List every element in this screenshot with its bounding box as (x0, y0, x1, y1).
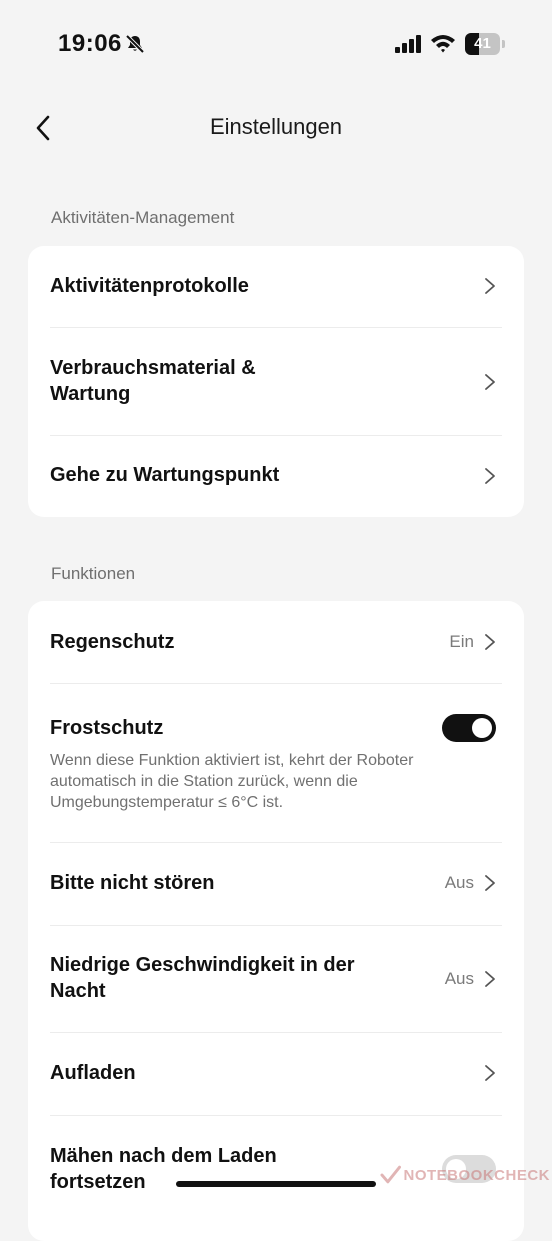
battery-body: 41 (465, 33, 500, 55)
row-label: Verbrauchsmaterial & Wartung (50, 357, 256, 405)
status-time: 19:06 (58, 30, 122, 57)
row-frost-protection: Frostschutz Wenn diese Funktion aktivier… (28, 684, 524, 842)
row-label: Aufladen (50, 1062, 136, 1084)
card-activities: Aktivitätenprotokolle Verbrauchsmaterial… (28, 246, 524, 517)
row-label: Niedrige Geschwindigkeit in der Nacht (50, 954, 355, 1002)
row-value: Ein (449, 632, 474, 651)
home-indicator[interactable] (176, 1181, 376, 1187)
page-title: Einstellungen (209, 114, 343, 139)
row-label: Mähen nach dem Laden fortsetzen (50, 1145, 277, 1193)
cellular-signal-icon (395, 35, 421, 53)
row-consumables-maintenance[interactable]: Verbrauchsmaterial & Wartung (28, 328, 524, 435)
watermark-text: NOTEBOOKCHECK (403, 1166, 550, 1184)
watermark-logo: NOTEBOOKCHECK (380, 1160, 550, 1190)
chevron-right-icon (485, 875, 495, 891)
card-functions: Regenschutz Ein Frostschutz Wenn diese F… (28, 601, 524, 1241)
toggle-knob (472, 718, 492, 738)
row-rain-protection[interactable]: Regenschutz Ein (28, 601, 524, 683)
chevron-right-icon (485, 971, 495, 987)
row-label: Regenschutz (50, 631, 175, 653)
chevron-right-icon (485, 468, 495, 484)
row-charging[interactable]: Aufladen (28, 1033, 524, 1115)
checkmark-icon (380, 1165, 401, 1184)
battery-tip (502, 40, 505, 48)
section-label-functions: Funktionen (51, 564, 136, 583)
battery-level: 41 (474, 35, 491, 52)
row-label: Frostschutz (50, 717, 164, 739)
wifi-icon (431, 35, 455, 53)
row-description: Wenn diese Funktion aktiviert ist, kehrt… (50, 752, 414, 811)
row-go-to-maintenance-point[interactable]: Gehe zu Wartungspunkt (28, 436, 524, 517)
row-value: Aus (444, 873, 474, 892)
row-do-not-disturb[interactable]: Bitte nicht stören Aus (28, 843, 524, 925)
row-value: Aus (444, 969, 474, 988)
chevron-right-icon (485, 1065, 495, 1081)
frost-protection-toggle[interactable] (442, 714, 496, 742)
chevron-right-icon (485, 374, 495, 390)
row-activity-logs[interactable]: Aktivitätenprotokolle (28, 246, 524, 327)
row-low-speed-night[interactable]: Niedrige Geschwindigkeit in der Nacht Au… (28, 926, 524, 1032)
chevron-right-icon (485, 634, 495, 650)
bell-slash-icon (125, 34, 145, 54)
row-label: Bitte nicht stören (50, 872, 215, 894)
battery-icon: 41 (465, 33, 505, 55)
section-label-activities: Aktivitäten-Management (51, 208, 235, 227)
status-bar: 19:06 41 (0, 0, 552, 90)
row-label: Aktivitätenprotokolle (50, 275, 249, 297)
chevron-right-icon (485, 278, 495, 294)
row-label: Gehe zu Wartungspunkt (50, 464, 280, 486)
